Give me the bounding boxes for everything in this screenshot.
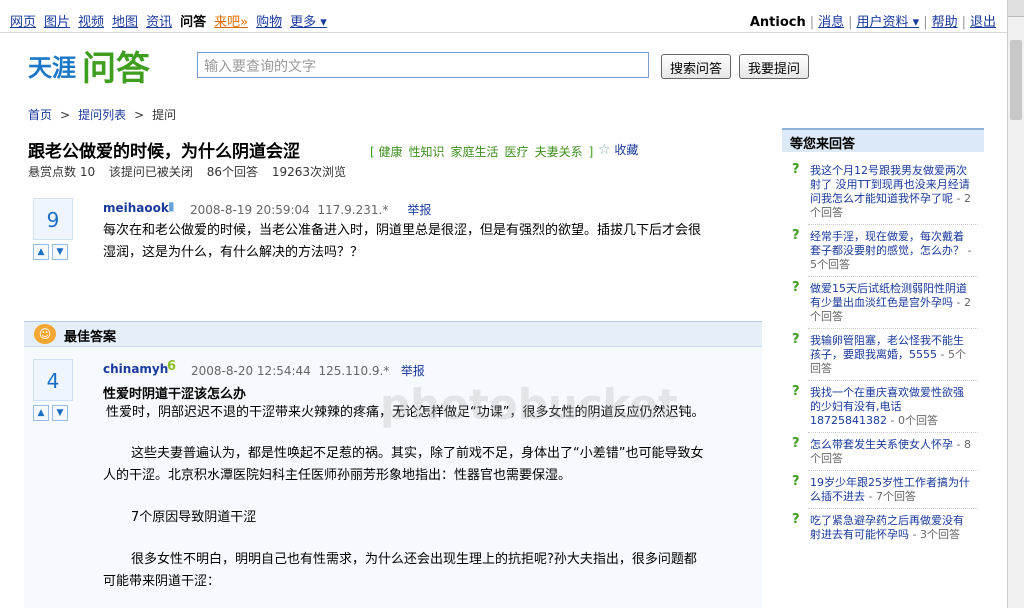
question-report-link[interactable]: 举报	[407, 203, 431, 217]
answer-title: 性爱时阴道干涩该怎么办	[103, 387, 247, 402]
scrollbar[interactable]	[1007, 0, 1024, 608]
user-menu: Antioch | 消息 | 用户资料 ▾ | 帮助 | 退出	[749, 15, 996, 30]
question-tags: [ 健康 性知识 家庭生活 医疗 夫妻关系]	[370, 145, 594, 159]
logout-link[interactable]: 退出	[970, 15, 996, 30]
reward-points: 悬赏点数 10	[28, 165, 96, 179]
breadcrumb-list[interactable]: 提问列表	[78, 108, 126, 122]
answer-paragraph-4: 很多女性不明白，明明自己也有性需求，为什么还会出现生理上的抗拒呢?孙大夫指出，很…	[103, 552, 697, 589]
tag-marriage[interactable]: 夫妻关系	[535, 145, 583, 159]
answer-post-info: 2008-8-20 12:54:44 125.110.9.* 举报	[191, 364, 425, 378]
sidebar-title: 等您来回答	[782, 128, 984, 152]
question-vote-count: 9	[33, 198, 73, 240]
answer-report-link[interactable]: 举报	[401, 364, 425, 378]
question-post-info: 2008-8-19 20:59:04 117.9.231.* 举报	[190, 203, 432, 217]
nav-map[interactable]: 地图	[112, 11, 138, 30]
question-mark-icon: ?	[792, 512, 800, 527]
ask-question-button[interactable]: 我要提问	[739, 54, 810, 79]
question-mark-icon: ?	[792, 280, 800, 295]
search-qa-button[interactable]: 搜索问答	[661, 54, 732, 79]
help-link[interactable]: 帮助	[932, 15, 958, 30]
question-vote-arrows: ▲ ▼	[33, 244, 68, 260]
breadcrumb-home[interactable]: 首页	[28, 108, 52, 122]
question-mark-icon: ?	[792, 228, 800, 243]
tag-health[interactable]: 健康	[379, 145, 403, 159]
logo-text-wenda: 问答	[82, 48, 150, 89]
nav-laiba[interactable]: 来吧»	[214, 11, 248, 30]
view-count: 19263次浏览	[271, 165, 347, 179]
favorite-button[interactable]: ☆ 收藏	[598, 141, 638, 158]
user-level-icon: ▮	[168, 199, 175, 213]
star-icon: ☆	[598, 142, 611, 158]
logo-text-tianya: 天涯	[28, 52, 76, 82]
nav-images[interactable]: 图片	[44, 11, 70, 30]
sidebar-unanswered: 等您来回答 ? 我这个月12号跟我男友做爱两次射了 没用TT到现再也没来月经请问…	[782, 128, 984, 541]
messages-link[interactable]: 消息	[818, 15, 844, 30]
answer-count: 86个回答	[206, 165, 259, 179]
question-mark-icon: ?	[792, 474, 800, 489]
username: Antioch	[749, 15, 806, 30]
answer-vote-up-icon[interactable]: ▲	[33, 405, 49, 421]
breadcrumb-current: 提问	[152, 108, 177, 122]
tag-medical[interactable]: 医疗	[505, 145, 529, 159]
site-logo[interactable]: 天涯 问答	[28, 42, 150, 89]
tag-family[interactable]: 家庭生活	[451, 145, 499, 159]
scroll-up-icon[interactable]	[1008, 0, 1024, 17]
nav-web[interactable]: 网页	[10, 11, 36, 30]
profile-link[interactable]: 用户资料 ▾	[857, 15, 920, 30]
answer-vote-count: 4	[33, 359, 73, 401]
nav-news[interactable]: 资讯	[146, 11, 172, 30]
question-title: 跟老公做爱的时候，为什么阴道会涩	[28, 142, 300, 162]
question-meta: 悬赏点数 10 该提问已被关闭 86个回答 19263次浏览	[28, 163, 356, 180]
best-answer-icon: ☺	[34, 324, 56, 344]
closed-status: 该提问已被关闭	[108, 165, 193, 179]
nav-video[interactable]: 视频	[78, 11, 104, 30]
breadcrumb: 首页 > 提问列表 > 提问	[28, 108, 177, 122]
search-input[interactable]: 输入要查询的文字	[197, 52, 649, 78]
question-body: 每次在和老公做爱的时候，当老公准备进入时，阴道里总是很涩，但是有强烈的欲望。插拔…	[103, 223, 702, 260]
nav-shopping[interactable]: 购物	[256, 11, 282, 30]
answer-paragraph-1: 性爱时，阴部迟迟不退的干涩带来火辣辣的疼痛，无论怎样做足“功课”，很多女性的阴道…	[106, 405, 705, 420]
question-mark-icon: ?	[792, 332, 800, 347]
tag-sex-knowledge[interactable]: 性知识	[409, 145, 445, 159]
vote-up-icon[interactable]: ▲	[33, 244, 49, 260]
top-nav: 网页 图片 视频 地图 资讯 问答 来吧» 购物 更多 ▾	[10, 11, 327, 30]
nav-more[interactable]: 更多 ▾	[290, 11, 327, 30]
question-mark-icon: ?	[792, 384, 800, 399]
answer-vote-down-icon[interactable]: ▼	[52, 405, 68, 421]
question-mark-icon: ?	[792, 436, 800, 451]
question-author[interactable]: meihaook	[103, 201, 169, 215]
answer-paragraph-3: 7个原因导致阴道干涩	[131, 510, 257, 525]
top-bar: 网页 图片 视频 地图 资讯 问答 来吧» 购物 更多 ▾ Antioch | 消息…	[0, 0, 1010, 33]
nav-qa[interactable]: 问答	[180, 11, 206, 30]
answer-paragraph-2: 这些夫妻普遍认为，都是性唤起不足惹的祸。其实，除了前戏不足，身体出了“小差错”也…	[103, 446, 704, 483]
answer-vote-arrows: ▲ ▼	[33, 405, 68, 421]
best-answer-header: ☺ 最佳答案	[24, 321, 762, 347]
question-mark-icon: ?	[792, 162, 800, 177]
best-answer-label: 最佳答案	[64, 330, 117, 345]
answer-author[interactable]: chinamyh	[103, 362, 168, 376]
vote-down-icon[interactable]: ▼	[52, 244, 68, 260]
scroll-thumb[interactable]	[1010, 40, 1022, 120]
answer-level-icon: 6	[167, 359, 177, 374]
